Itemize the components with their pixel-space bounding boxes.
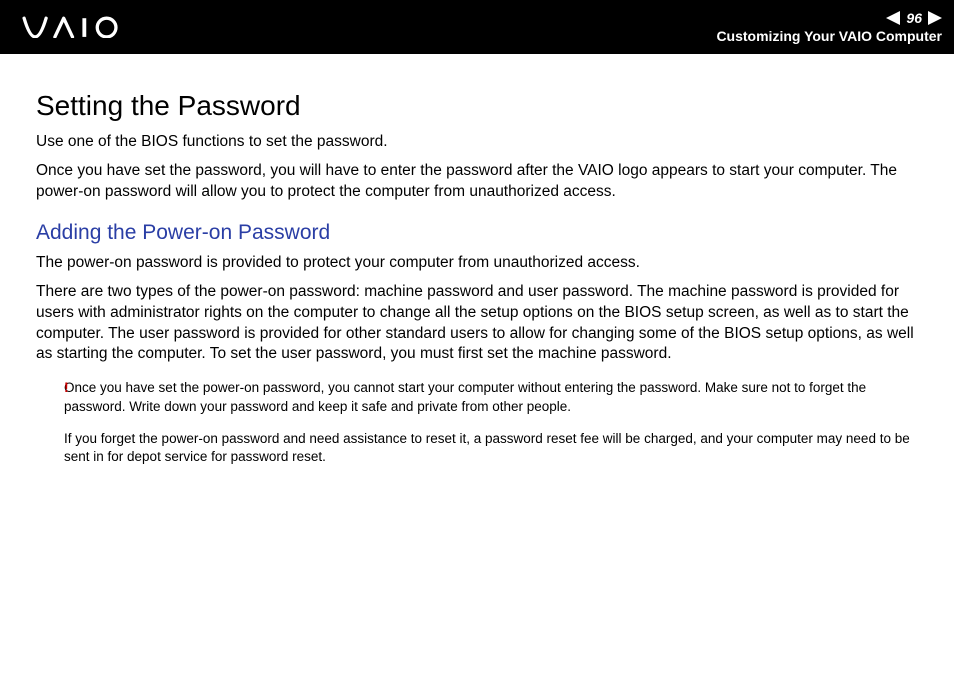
- header-right: 96 Customizing Your VAIO Computer: [716, 0, 954, 54]
- warning-text-1: Once you have set the power-on password,…: [64, 379, 918, 415]
- subheading: Adding the Power-on Password: [36, 221, 918, 245]
- warning-text-2: If you forget the power-on password and …: [64, 430, 918, 466]
- page-content: Setting the Password Use one of the BIOS…: [0, 54, 954, 466]
- intro-paragraph-1: Use one of the BIOS functions to set the…: [36, 132, 918, 153]
- page-header: 96 Customizing Your VAIO Computer: [0, 0, 954, 54]
- header-section-title: Customizing Your VAIO Computer: [716, 28, 942, 44]
- page-number: 96: [906, 10, 922, 26]
- warning-icon: !: [64, 379, 69, 395]
- vaio-logo: [18, 16, 138, 38]
- page-title: Setting the Password: [36, 90, 918, 122]
- warning-block: ! Once you have set the power-on passwor…: [36, 379, 918, 466]
- intro-paragraph-2: Once you have set the password, you will…: [36, 161, 918, 203]
- prev-page-icon[interactable]: [886, 11, 900, 25]
- next-page-icon[interactable]: [928, 11, 942, 25]
- sub-paragraph-2: There are two types of the power-on pass…: [36, 282, 918, 366]
- sub-paragraph-1: The power-on password is provided to pro…: [36, 253, 918, 274]
- page-navigator: 96: [886, 10, 942, 26]
